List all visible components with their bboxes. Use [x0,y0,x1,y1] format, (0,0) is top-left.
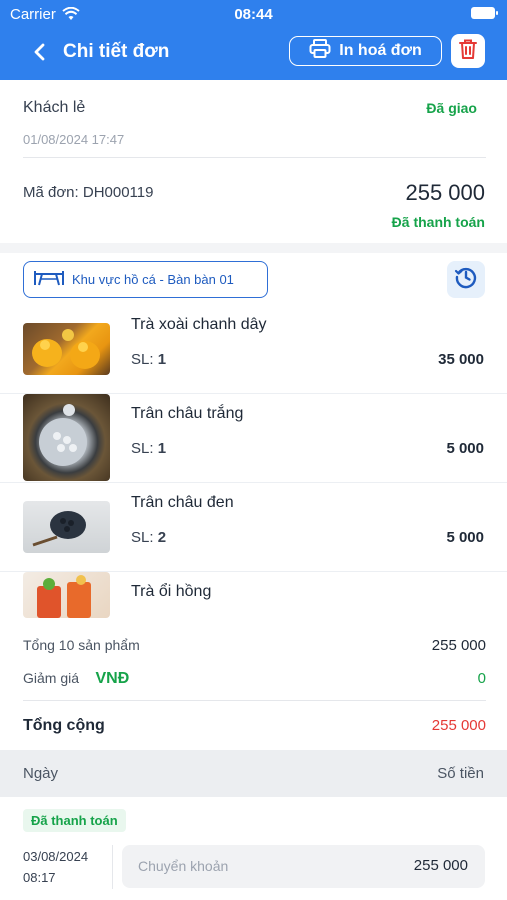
customer-name: Khách lẻ [23,99,86,116]
history-icon [454,265,478,294]
payments-section: Đã thanh toán 03/08/2024 08:17 Chuyển kh… [0,797,507,900]
item-price: 5 000 [446,529,484,546]
back-icon[interactable] [28,38,52,66]
list-item[interactable]: Trà ổi hồng [0,572,507,618]
nav-bar: Chi tiết đơn In hoá đơn [0,32,507,72]
payments-date-header: Ngày [23,765,59,782]
divider [23,157,486,158]
print-invoice-label: In hoá đơn [339,42,422,59]
paid-badge: Đã thanh toán [23,809,126,832]
order-summary: Tổng 10 sản phẩm 255 000 Giảm giá VNĐ 0 … [0,618,507,750]
table-icon [34,269,64,290]
product-image [23,394,110,481]
history-button[interactable] [447,261,485,298]
printer-icon [309,38,331,64]
total-label: Tổng cộng [23,717,105,734]
print-invoice-button[interactable]: In hoá đơn [289,36,442,66]
delivery-status-badge: Đã giao [426,100,477,116]
order-code: Mã đơn: DH000119 [23,184,154,201]
page-title: Chi tiết đơn [63,41,170,62]
order-date: 01/08/2024 17:47 [23,132,125,147]
subtotal-value: 255 000 [431,637,486,654]
trash-icon [458,38,478,65]
item-qty: SL: 1 [131,440,166,457]
item-name: Trà ổi hồng [131,583,212,600]
payment-date: 03/08/2024 [23,849,89,864]
order-info-card: Khách lẻ Đã giao 01/08/2024 17:47 Mã đơn… [0,80,507,243]
qty-label: SL: [131,440,158,457]
product-image [23,323,110,375]
status-bar: Carrier 08:44 [0,0,507,30]
list-item[interactable]: Trà xoài chanh dây SL: 1 35 000 [0,305,507,394]
qty-label: SL: [131,351,158,368]
payment-amount: 255 000 [413,857,468,874]
payment-row[interactable]: Chuyển khoản 255 000 [122,845,485,888]
battery-icon [471,7,498,19]
discount-row: Giảm giá VNĐ 0 [23,670,486,688]
item-name: Trân châu trắng [131,405,244,422]
subtotal-label: Tổng 10 sản phẩm [23,637,140,653]
total-value: 255 000 [431,717,486,734]
list-item[interactable]: Trân châu trắng SL: 1 5 000 [0,394,507,483]
payment-method: Chuyển khoản [138,858,229,874]
divider [112,845,113,889]
qty-value: 1 [157,351,167,368]
discount-unit: VNĐ [95,670,130,687]
discount-value: 0 [477,670,486,687]
product-image [23,501,110,553]
order-total: 255 000 [405,180,485,205]
payment-time: 08:17 [23,870,56,885]
item-qty: SL: 1 [131,351,166,368]
item-name: Trân châu đen [131,494,234,511]
item-price: 35 000 [438,351,484,368]
payment-status: Đã thanh toán [391,214,485,230]
item-name: Trà xoài chanh dây [131,316,267,333]
table-area-button[interactable]: Khu vực hồ cá - Bàn bàn 01 [23,261,268,298]
total-row: Tổng cộng 255 000 [23,717,486,735]
qty-value: 2 [157,529,167,546]
payments-header: Ngày Số tiền [0,750,507,797]
qty-value: 1 [157,440,167,457]
status-time: 08:44 [234,6,273,23]
list-item[interactable]: Trân châu đen SL: 2 5 000 [0,483,507,572]
item-price: 5 000 [446,440,484,457]
divider [23,700,486,701]
discount-label: Giảm giá [23,670,80,686]
table-area-label: Khu vực hồ cá - Bàn bàn 01 [72,272,234,287]
header: Carrier 08:44 Chi tiết đơn In hoá đơn [0,0,507,80]
product-image [23,572,110,618]
delete-button[interactable] [451,34,485,68]
payments-amount-header: Số tiền [437,765,484,782]
order-items-card: Khu vực hồ cá - Bàn bàn 01 Trà xoài chan… [0,253,507,618]
subtotal-row: Tổng 10 sản phẩm 255 000 [23,637,486,655]
item-qty: SL: 2 [131,529,166,546]
qty-label: SL: [131,529,158,546]
